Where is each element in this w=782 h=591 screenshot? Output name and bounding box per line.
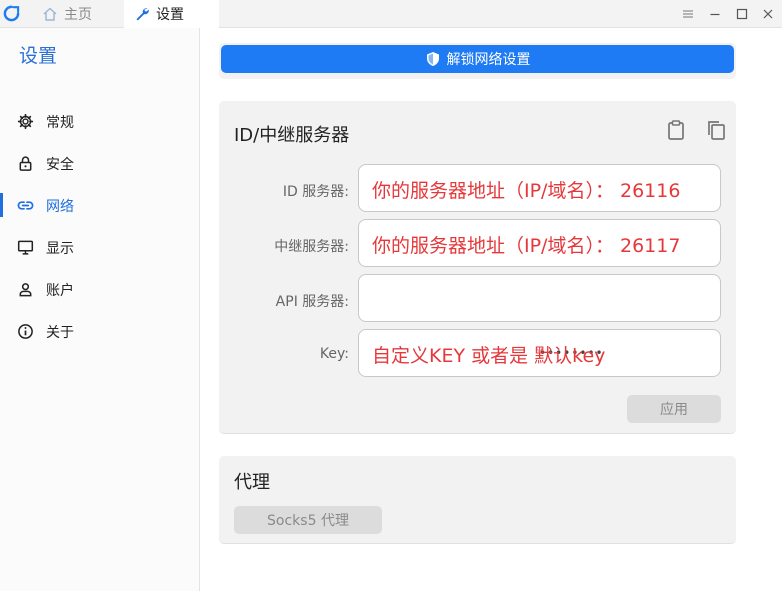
- sidebar-item-security[interactable]: 安全: [0, 147, 199, 179]
- sidebar-item-display[interactable]: 显示: [0, 231, 199, 263]
- relay-server-field[interactable]: 你的服务器地址（IP/域名）： 26117: [358, 219, 721, 267]
- sidebar-item-label: 网络: [46, 199, 74, 215]
- key-label: Key:: [319, 346, 349, 362]
- user-icon: [19, 283, 32, 297]
- socks5-proxy-button[interactable]: Socks5 代理: [234, 506, 382, 534]
- clipboard-paste-icon[interactable]: [665, 119, 687, 141]
- sidebar-item-label: 显示: [46, 241, 74, 257]
- id-relay-title: ID/中继服务器: [234, 125, 350, 146]
- id-server-field[interactable]: 你的服务器地址（IP/域名）： 26116: [358, 164, 721, 212]
- relay-server-label: 中继服务器:: [274, 239, 349, 255]
- sidebar-item-network[interactable]: 网络: [0, 189, 199, 221]
- unlock-network-label: 解锁网络设置: [446, 52, 531, 68]
- app-logo-icon: [3, 5, 20, 22]
- maximize-icon[interactable]: [734, 6, 750, 22]
- tab-home-label: 主页: [64, 7, 92, 23]
- proxy-title: 代理: [234, 472, 270, 493]
- sidebar-item-about[interactable]: 关于: [0, 315, 199, 347]
- lock-icon: [19, 156, 32, 171]
- monitor-icon: [17, 240, 34, 255]
- id-server-value: 你的服务器地址（IP/域名）： 26116: [372, 180, 681, 202]
- info-icon: [18, 324, 33, 339]
- apply-button[interactable]: 应用: [627, 395, 721, 423]
- unlock-panel: 解锁网络设置: [219, 43, 736, 79]
- sidebar-item-label: 关于: [46, 325, 74, 341]
- id-relay-panel: ID/中继服务器 ID 服务器: 你的服务器地址（IP/域名）： 26116 中…: [219, 101, 736, 434]
- link-icon: [17, 201, 34, 210]
- title-bar: 主页 设置: [0, 0, 782, 28]
- sidebar-item-label: 账户: [46, 283, 74, 299]
- api-server-field[interactable]: [358, 274, 721, 322]
- home-icon: [43, 7, 57, 21]
- wrench-icon: [136, 8, 149, 21]
- sidebar-item-general[interactable]: 常规: [0, 105, 199, 137]
- id-server-label: ID 服务器:: [282, 184, 349, 200]
- copy-icon[interactable]: [705, 119, 727, 141]
- active-indicator: [0, 193, 3, 217]
- gear-icon: [17, 113, 34, 130]
- sidebar-item-label: 常规: [46, 115, 74, 131]
- key-field[interactable]: •••••••• 自定义KEY 或者是 默认key: [358, 329, 721, 377]
- api-server-label: API 服务器:: [275, 294, 349, 310]
- sidebar-item-account[interactable]: 账户: [0, 273, 199, 305]
- menu-icon[interactable]: [680, 6, 696, 22]
- sidebar-item-label: 安全: [46, 157, 74, 173]
- sidebar: 设置 常规 安全 网络 显示 账户 关于: [0, 28, 200, 591]
- shield-icon: [426, 52, 439, 66]
- key-value: 自定义KEY 或者是 默认key: [372, 345, 606, 367]
- tab-settings[interactable]: 设置: [124, 0, 219, 28]
- sidebar-title: 设置: [19, 45, 58, 67]
- minimize-icon[interactable]: [707, 6, 723, 22]
- close-icon[interactable]: [760, 6, 776, 22]
- relay-server-value: 你的服务器地址（IP/域名）： 26117: [372, 235, 681, 257]
- tab-home[interactable]: 主页: [34, 0, 124, 28]
- unlock-network-button[interactable]: 解锁网络设置: [221, 45, 734, 73]
- proxy-panel: 代理 Socks5 代理: [219, 456, 736, 544]
- tab-settings-label: 设置: [156, 7, 184, 23]
